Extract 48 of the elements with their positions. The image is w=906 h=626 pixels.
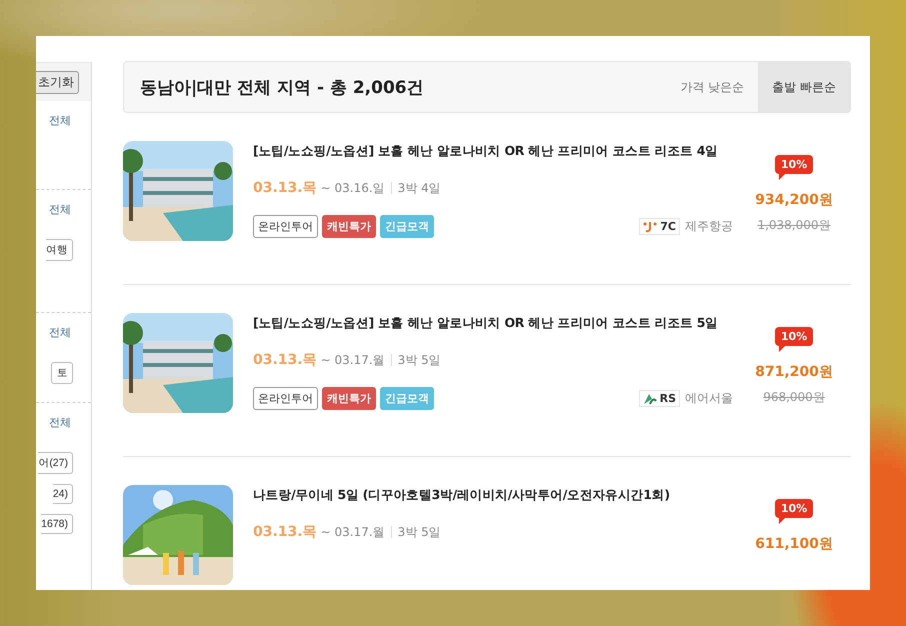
leaf-logo-icon — [642, 392, 657, 404]
trip-duration: 3박 5일 — [398, 352, 441, 368]
filter-chip[interactable]: 24) — [52, 484, 73, 504]
product-title[interactable]: 나트랑/무이네 5일 (디꾸아호텔3박/레이비치/사막투어/오전자유시간1회) — [253, 485, 733, 504]
discount-badge: 10% — [774, 499, 814, 518]
all-link[interactable]: 전체 — [49, 415, 71, 430]
product-tag: 온라인투어 — [253, 387, 318, 410]
badge-pointer-icon — [778, 518, 785, 524]
discount-badge: 10% — [774, 327, 814, 346]
return-date: ~ 03.17.월 — [320, 352, 385, 368]
original-price: 1,038,000원 — [757, 217, 831, 234]
airline-logo: RS — [638, 390, 680, 407]
sort-option[interactable]: 출발 빠른순 — [758, 62, 850, 112]
results-title: 동남아|대만 전체 지역 - 총 2,006건 — [140, 76, 424, 98]
sale-price: 611,100원 — [755, 535, 833, 553]
reset-button[interactable]: 초기화 — [36, 70, 79, 94]
all-link[interactable]: 전체 — [49, 113, 71, 128]
product-tag: 캐빈특가 — [322, 387, 376, 410]
filter-chip[interactable]: 1678) — [41, 514, 73, 534]
sale-price: 871,200원 — [755, 363, 833, 381]
product-title[interactable]: [노팁/노쇼핑/노옵션] 보홀 헤난 알로나비치 OR 헤난 프리미어 코스트 리조트 4일 — [253, 141, 733, 160]
departure-date: 03.13.목 — [253, 179, 317, 197]
original-price: 968,000원 — [763, 389, 825, 406]
filter-chip[interactable]: 토 — [51, 362, 73, 384]
departure-date: 03.13.목 — [253, 523, 317, 541]
product-tag: 온라인투어 — [253, 215, 318, 238]
return-date: ~ 03.16.일 — [320, 180, 385, 196]
return-date: ~ 03.17.월 — [320, 524, 385, 540]
filter-chip[interactable]: 여행 — [46, 239, 73, 261]
sort-option[interactable]: 가격 낮은순 — [666, 62, 758, 112]
discount-badge: 10% — [774, 155, 814, 174]
filter-chip[interactable]: 어(27) — [38, 452, 73, 474]
airline-name: 에어서울 — [685, 390, 733, 407]
product-tag: 긴급모객 — [380, 215, 434, 238]
airline-logo: 7C — [639, 218, 680, 235]
sale-price: 934,200원 — [755, 191, 833, 209]
all-link[interactable]: 전체 — [49, 325, 71, 340]
trip-duration: 3박 4일 — [398, 180, 441, 196]
departure-date: 03.13.목 — [253, 351, 317, 369]
trip-duration: 3박 5일 — [398, 524, 441, 540]
product-tag: 긴급모객 — [380, 387, 434, 410]
badge-pointer-icon — [778, 346, 785, 352]
smile-logo-icon — [643, 220, 658, 232]
badge-pointer-icon — [778, 174, 785, 180]
all-link[interactable]: 전체 — [49, 202, 71, 217]
product-title[interactable]: [노팁/노쇼핑/노옵션] 보홀 헤난 알로나비치 OR 헤난 프리미어 코스트 리조트 5일 — [253, 313, 733, 332]
airline-name: 제주항공 — [685, 218, 733, 235]
product-tag: 캐빈특가 — [322, 215, 376, 238]
